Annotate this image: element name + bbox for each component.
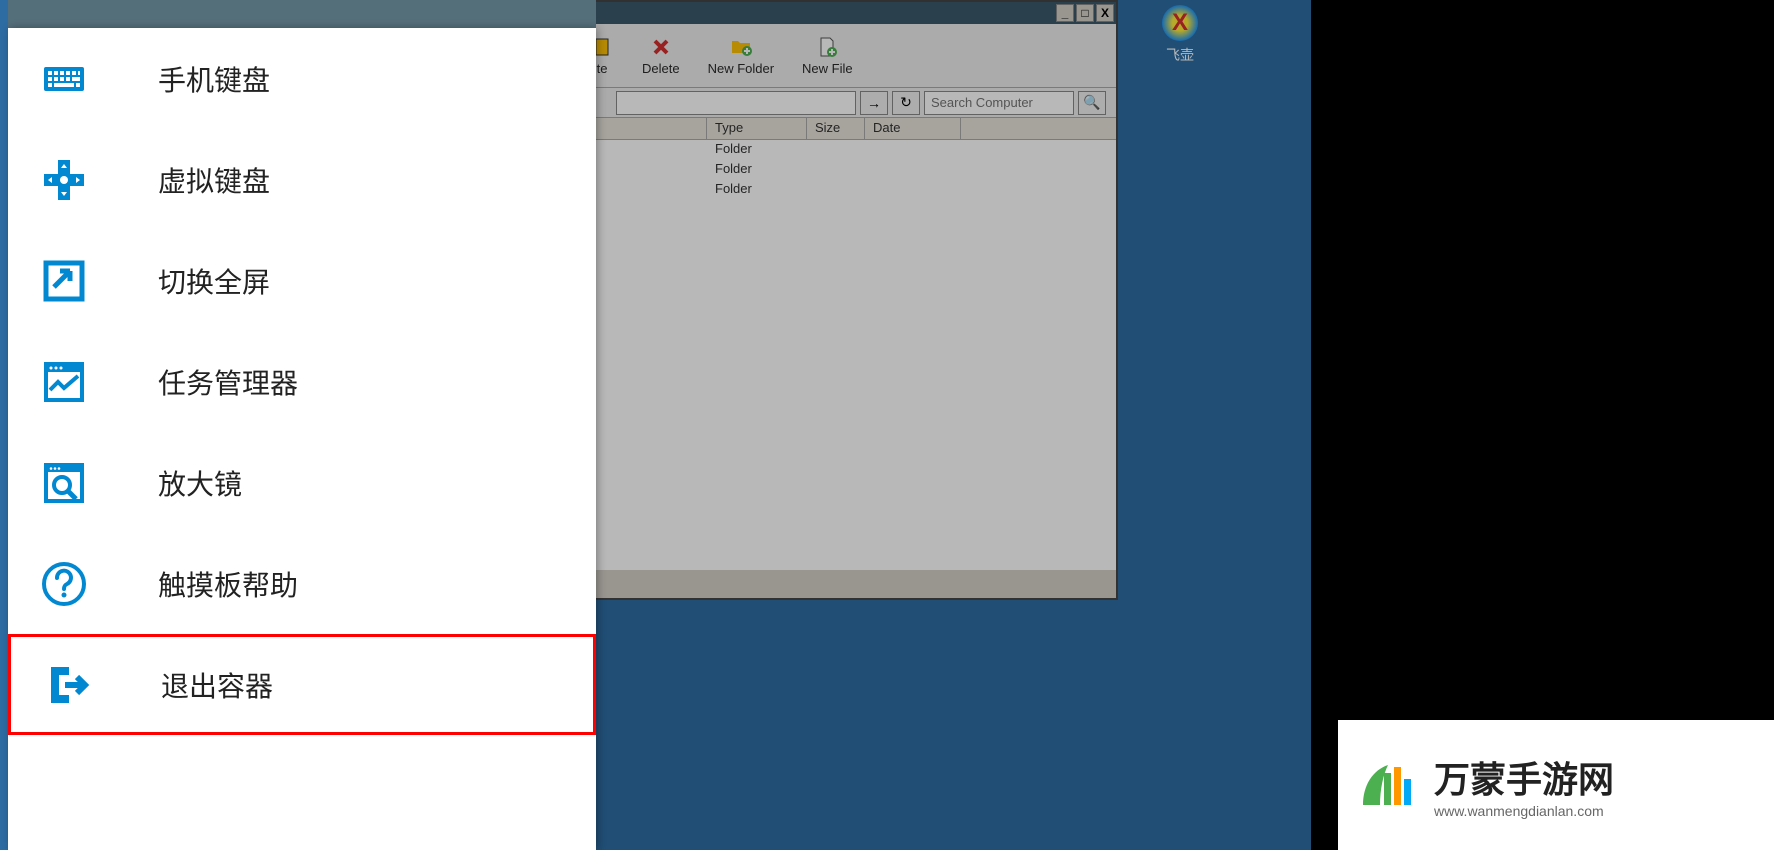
menu-item-magnifier[interactable]: 放大镜 [8, 432, 596, 533]
watermark: 万蒙手游网 www.wanmengdianlan.com [1338, 720, 1774, 850]
menu-label: 手机键盘 [158, 59, 270, 99]
desktop-icon-feihup[interactable]: X 飞壶 [1150, 5, 1210, 65]
menu-item-phone-keyboard[interactable]: 手机键盘 [8, 28, 596, 129]
menu-label: 虚拟键盘 [158, 160, 270, 200]
close-button[interactable]: X [1096, 4, 1114, 22]
watermark-title: 万蒙手游网 [1434, 751, 1614, 803]
new-folder-icon [729, 35, 753, 59]
menu-item-exit-container[interactable]: 退出容器 [8, 634, 596, 735]
dpad-icon [40, 156, 88, 204]
desktop-icon-label: 飞壶 [1166, 45, 1194, 65]
search-button[interactable]: 🔍 [1078, 91, 1106, 115]
menu-label: 退出容器 [161, 665, 273, 705]
exit-icon [43, 661, 91, 709]
menu-header-bar [8, 0, 596, 28]
refresh-button[interactable]: ↻ [892, 91, 920, 115]
new-folder-button[interactable]: New Folder [708, 35, 774, 76]
menu-item-touchpad-help[interactable]: 触摸板帮助 [8, 533, 596, 634]
menu-label: 切换全屏 [158, 261, 270, 301]
minimize-button[interactable]: _ [1056, 4, 1074, 22]
menu-label: 放大镜 [158, 463, 242, 503]
refresh-icon: ↻ [900, 94, 912, 111]
new-file-label: New File [802, 61, 853, 76]
watermark-url: www.wanmengdianlan.com [1434, 803, 1614, 819]
help-icon [40, 560, 88, 608]
column-size[interactable]: Size [807, 118, 865, 139]
watermark-logo-icon [1358, 755, 1418, 815]
fullscreen-icon [40, 257, 88, 305]
magnifier-icon [40, 459, 88, 507]
menu-label: 触摸板帮助 [158, 564, 298, 604]
maximize-button[interactable]: □ [1076, 4, 1094, 22]
side-menu-panel: 手机键盘 虚拟键盘 切换全屏 任务管理器 放大镜 触摸板帮助 退 [8, 28, 596, 850]
delete-button[interactable]: Delete [642, 35, 680, 76]
menu-item-virtual-keyboard[interactable]: 虚拟键盘 [8, 129, 596, 230]
go-button[interactable]: → [860, 91, 888, 115]
column-type[interactable]: Type [707, 118, 807, 139]
search-icon: 🔍 [1083, 94, 1100, 111]
new-file-button[interactable]: New File [802, 35, 853, 76]
delete-label: Delete [642, 61, 680, 76]
address-input[interactable] [616, 91, 856, 115]
task-manager-icon [40, 358, 88, 406]
menu-item-toggle-fullscreen[interactable]: 切换全屏 [8, 230, 596, 331]
search-input[interactable] [924, 91, 1074, 115]
new-file-icon [815, 35, 839, 59]
menu-item-task-manager[interactable]: 任务管理器 [8, 331, 596, 432]
paste-label: te [597, 61, 608, 76]
delete-icon [649, 35, 673, 59]
menu-label: 任务管理器 [158, 362, 298, 402]
column-date[interactable]: Date [865, 118, 961, 139]
app-icon: X [1162, 5, 1198, 41]
keyboard-icon [40, 55, 88, 103]
new-folder-label: New Folder [708, 61, 774, 76]
